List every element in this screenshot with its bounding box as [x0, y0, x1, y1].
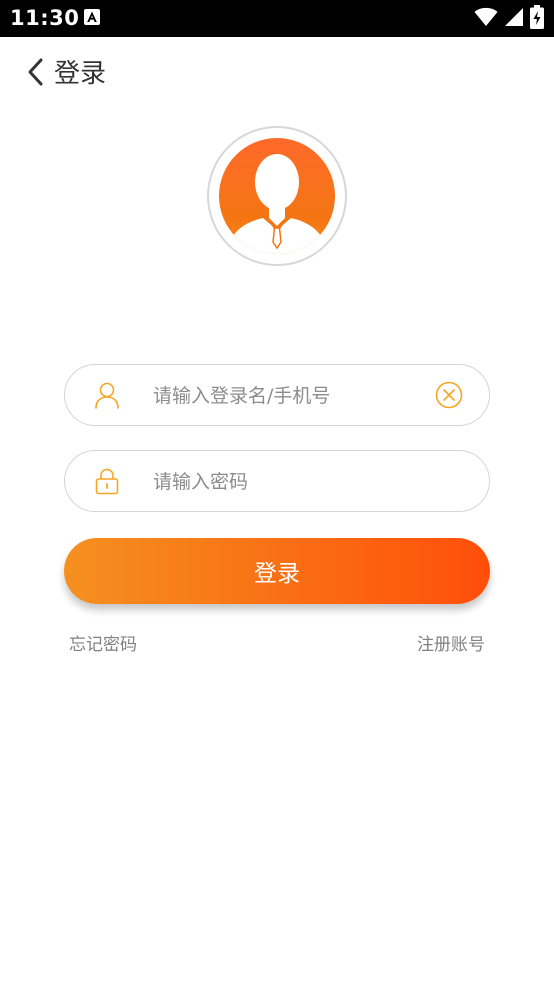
battery-icon — [530, 5, 544, 33]
page-title: 登录 — [54, 59, 107, 89]
wifi-icon — [474, 6, 498, 32]
status-time: 11:30 — [10, 6, 80, 30]
status-icons — [474, 5, 544, 33]
clear-circle-x-icon[interactable] — [435, 381, 463, 409]
login-button[interactable]: 登录 — [64, 538, 490, 604]
signal-icon — [504, 6, 524, 32]
password-field — [64, 450, 490, 512]
status-bar: 11:30 — [0, 0, 554, 37]
password-input[interactable] — [151, 451, 465, 512]
notification-a-icon — [84, 9, 100, 25]
register-account-link[interactable]: 注册账号 — [417, 630, 485, 655]
back-button[interactable]: 登录 — [24, 57, 106, 91]
user-icon — [93, 381, 121, 409]
username-field — [64, 364, 490, 426]
chevron-left-icon[interactable] — [24, 57, 46, 91]
app-bar: 登录 — [0, 37, 554, 111]
forgot-password-link[interactable]: 忘记密码 — [69, 630, 137, 655]
lock-icon — [93, 467, 121, 495]
avatar — [207, 126, 347, 266]
username-input[interactable] — [151, 365, 425, 426]
user-avatar-icon — [219, 138, 335, 254]
